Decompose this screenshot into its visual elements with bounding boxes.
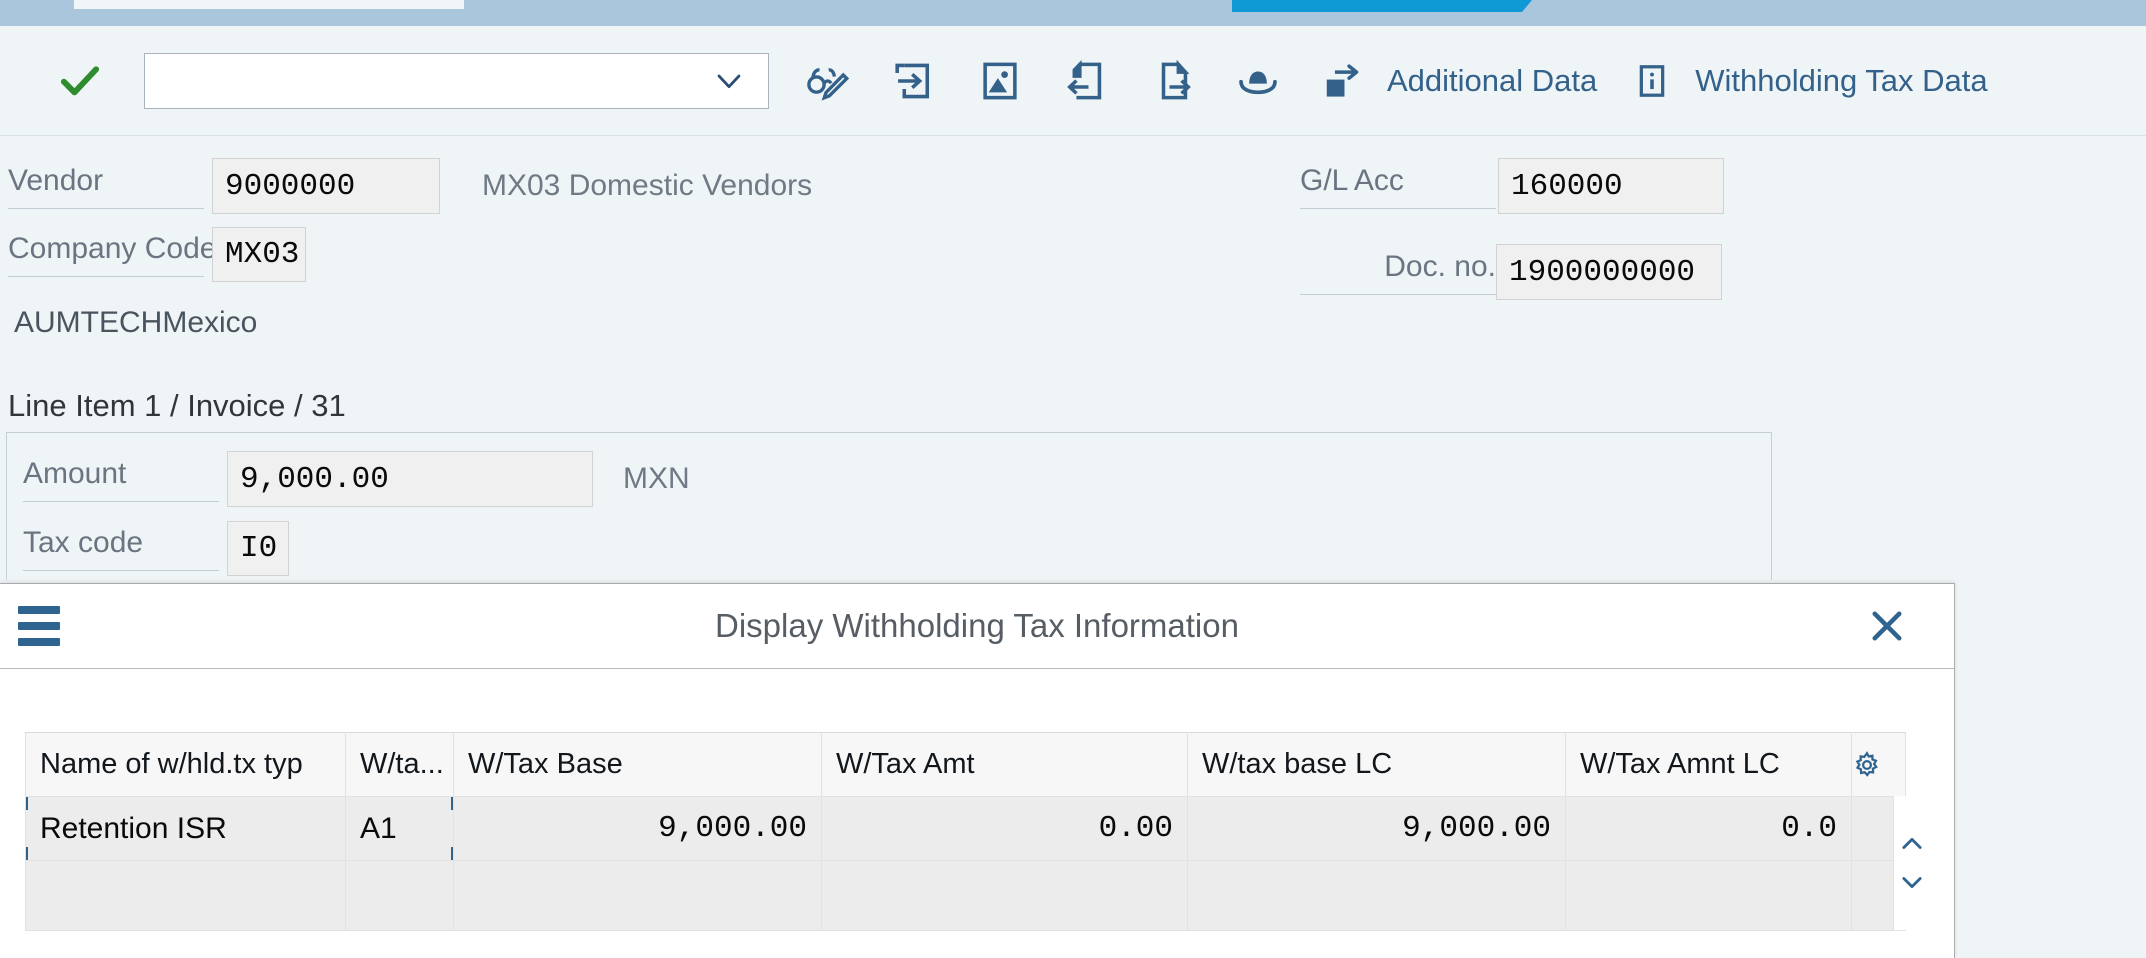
tax-code-label: Tax code xyxy=(23,526,219,571)
tax-code-field-row: Tax code I0 xyxy=(23,521,289,576)
chevron-up-icon[interactable] xyxy=(1898,830,1926,858)
withholding-tax-dialog: Display Withholding Tax Information Name… xyxy=(0,583,1955,958)
cell-code[interactable] xyxy=(345,860,454,931)
previous-item-icon xyxy=(1063,58,1109,104)
cell-tax-amt-lc[interactable]: 0.0 xyxy=(1565,796,1852,861)
more-arrow-icon xyxy=(1319,58,1365,104)
company-name-row: AUMTECHMexico xyxy=(14,306,257,340)
doc-no-label: Doc. no. xyxy=(1300,250,1496,295)
cell-tax-base-lc[interactable] xyxy=(1187,860,1566,931)
hat-icon xyxy=(1235,58,1281,104)
cell-tax-base-lc[interactable]: 9,000.00 xyxy=(1187,796,1566,861)
confirm-button[interactable] xyxy=(58,59,102,103)
picture-icon-button[interactable] xyxy=(973,54,1027,108)
cell-tax-amt[interactable]: 0.00 xyxy=(821,796,1188,861)
company-name-text: AUMTECHMexico xyxy=(14,306,258,339)
line-item-title: Line Item 1 / Invoice / 31 xyxy=(8,388,346,423)
browser-tab-inactive[interactable] xyxy=(74,0,464,9)
browser-tab-active[interactable] xyxy=(1232,0,1532,12)
next-item-icon-button[interactable] xyxy=(1145,54,1199,108)
column-header-tax-base[interactable]: W/Tax Base xyxy=(453,732,822,797)
tax-code-input[interactable]: I0 xyxy=(227,521,289,576)
vendor-input[interactable]: 9000000 xyxy=(212,158,440,214)
amount-label: Amount xyxy=(23,457,219,502)
withholding-tax-table: Name of w/hld.tx typ W/ta... W/Tax Base … xyxy=(25,732,1906,931)
hat-icon-button[interactable] xyxy=(1231,54,1285,108)
cell-name[interactable] xyxy=(25,860,346,931)
amount-input[interactable]: 9,000.00 xyxy=(227,451,593,507)
table-row[interactable]: Retention ISR A1 9,000.00 0.00 9,000.00 … xyxy=(25,796,1906,861)
column-header-name[interactable]: Name of w/hld.tx typ xyxy=(25,732,346,797)
column-header-code[interactable]: W/ta... xyxy=(345,732,454,797)
table-vertical-scrollbar[interactable] xyxy=(1893,796,1929,930)
chevron-down-icon[interactable] xyxy=(712,64,746,98)
close-icon[interactable] xyxy=(1866,605,1908,647)
cell-tax-base[interactable] xyxy=(453,860,822,931)
gear-icon xyxy=(1853,750,1905,780)
command-field[interactable] xyxy=(144,52,769,109)
green-checkmark-icon xyxy=(58,59,102,103)
withholding-tax-data-label: Withholding Tax Data xyxy=(1695,62,1988,98)
cell-tax-amt[interactable] xyxy=(821,860,1188,931)
gl-account-field-row: G/L Acc 160000 xyxy=(1300,158,1724,214)
vendor-label: Vendor xyxy=(8,164,204,209)
company-code-input[interactable]: MX03 xyxy=(212,227,306,282)
column-header-tax-base-lc[interactable]: W/tax base LC xyxy=(1187,732,1566,797)
table-header-row: Name of w/hld.tx typ W/ta... W/Tax Base … xyxy=(25,732,1906,797)
cell-tax-base[interactable]: 9,000.00 xyxy=(453,796,822,861)
gl-account-input[interactable]: 160000 xyxy=(1498,158,1724,214)
column-header-tax-amt[interactable]: W/Tax Amt xyxy=(821,732,1188,797)
additional-data-button[interactable]: Additional Data xyxy=(1319,58,1597,104)
application-toolbar: Additional Data Withholding Tax Data xyxy=(0,26,2146,136)
table-row[interactable] xyxy=(25,860,1906,931)
document-overview-icon xyxy=(891,58,937,104)
amount-field-row: Amount 9,000.00 MXN xyxy=(23,451,690,507)
additional-data-label: Additional Data xyxy=(1387,62,1598,98)
browser-tab-strip xyxy=(0,0,2146,26)
next-item-icon xyxy=(1149,58,1195,104)
dialog-title: Display Withholding Tax Information xyxy=(715,607,1239,644)
document-overview-icon-button[interactable] xyxy=(887,54,941,108)
doc-no-field-row: Doc. no. 1900000000 xyxy=(1300,244,1722,300)
sap-fiori-screen: Additional Data Withholding Tax Data Ven… xyxy=(0,0,2146,958)
company-code-label: Company Code xyxy=(8,232,216,277)
dialog-body: Name of w/hld.tx typ W/ta... W/Tax Base … xyxy=(0,669,1954,958)
table-settings-button[interactable] xyxy=(1851,732,1906,797)
gl-account-label: G/L Acc xyxy=(1300,164,1496,209)
cell-tax-amt-lc[interactable] xyxy=(1565,860,1852,931)
display-change-icon-button[interactable] xyxy=(801,54,855,108)
line-item-panel: Amount 9,000.00 MXN Tax code I0 xyxy=(6,432,1772,580)
doc-no-input[interactable]: 1900000000 xyxy=(1496,244,1722,300)
display-change-icon xyxy=(805,58,851,104)
chevron-down-icon[interactable] xyxy=(1898,868,1926,896)
dialog-header: Display Withholding Tax Information xyxy=(0,584,1954,669)
cell-name[interactable]: Retention ISR xyxy=(25,796,346,861)
amount-currency: MXN xyxy=(623,462,690,495)
previous-item-icon-button[interactable] xyxy=(1059,54,1113,108)
column-header-tax-amt-lc[interactable]: W/Tax Amnt LC xyxy=(1565,732,1852,797)
withholding-tax-data-button[interactable]: Withholding Tax Data xyxy=(1631,60,1988,102)
info-icon xyxy=(1631,60,1673,102)
picture-icon xyxy=(977,58,1023,104)
cell-code[interactable]: A1 xyxy=(345,796,454,861)
company-code-field-row: Company Code MX03 xyxy=(8,227,306,282)
vendor-field-row: Vendor 9000000 MX03 Domestic Vendors xyxy=(8,158,812,214)
vendor-description: MX03 Domestic Vendors xyxy=(482,169,813,202)
